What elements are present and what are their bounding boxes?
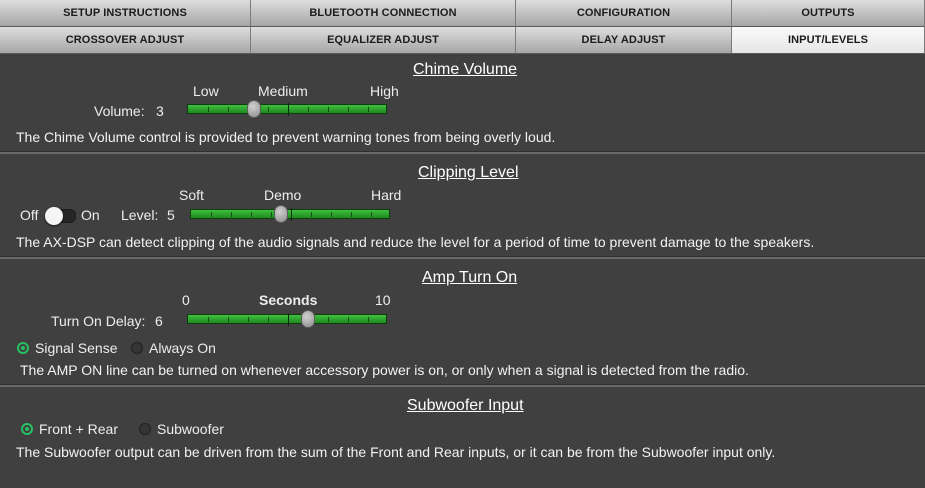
clipping-level-value: 5 xyxy=(167,207,175,223)
slider-tick xyxy=(208,107,209,112)
clipping-off-label: Off xyxy=(20,207,39,223)
clipping-level-slider[interactable] xyxy=(190,205,390,223)
subwoofer-label[interactable]: Subwoofer xyxy=(157,421,224,437)
slider-center-mark xyxy=(288,313,289,326)
slider-tick xyxy=(351,212,352,217)
tab-delay-adjust[interactable]: DELAY ADJUST xyxy=(516,27,732,54)
amp-max-label: 10 xyxy=(375,292,391,308)
slider-tick xyxy=(231,212,232,217)
slider-tick xyxy=(328,107,329,112)
slider-tick xyxy=(308,107,309,112)
tab-row-1: SETUP INSTRUCTIONS BLUETOOTH CONNECTION … xyxy=(0,0,925,27)
clipping-on-label: On xyxy=(81,207,100,223)
slider-tick xyxy=(211,212,212,217)
clipping-level-description: The AX-DSP can detect clipping of the au… xyxy=(16,234,815,250)
slider-tick xyxy=(251,212,252,217)
signal-sense-radio[interactable] xyxy=(17,342,29,354)
tab-bluetooth-connection[interactable]: BLUETOOTH CONNECTION xyxy=(251,0,516,27)
amp-turn-on-title: Amp Turn On xyxy=(422,269,518,286)
amp-delay-slider-thumb[interactable] xyxy=(301,310,315,328)
chime-high-label: High xyxy=(370,83,399,99)
slider-tick xyxy=(328,317,329,322)
subwoofer-input-title: Subwoofer Input xyxy=(407,397,524,414)
chime-volume-value: 3 xyxy=(156,103,164,119)
amp-turn-on-section: Amp Turn On 0 Seconds 10 Turn On Delay: … xyxy=(0,259,925,384)
slider-tick xyxy=(368,107,369,112)
clipping-demo-label: Demo xyxy=(264,187,302,203)
slider-tick xyxy=(371,212,372,217)
chime-volume-section: Chime Volume Low Medium High Volume: 3 T… xyxy=(0,54,925,152)
tab-row-2: CROSSOVER ADJUST EQUALIZER ADJUST DELAY … xyxy=(0,27,925,54)
slider-tick xyxy=(268,107,269,112)
slider-tick xyxy=(228,317,229,322)
slider-center-mark xyxy=(288,103,289,116)
clipping-level-slider-thumb[interactable] xyxy=(274,205,288,223)
subwoofer-input-description: The Subwoofer output can be driven from … xyxy=(16,444,776,460)
chime-volume-title: Chime Volume xyxy=(413,61,518,78)
clipping-toggle-knob xyxy=(45,207,63,225)
slider-tick xyxy=(368,317,369,322)
subwoofer-radio[interactable] xyxy=(139,423,151,435)
tab-input-levels[interactable]: INPUT/LEVELS xyxy=(732,27,925,54)
slider-tick xyxy=(268,317,269,322)
amp-seconds-label: Seconds xyxy=(259,292,318,308)
chime-volume-label: Volume: xyxy=(94,103,145,119)
chime-medium-label: Medium xyxy=(258,83,308,99)
tab-crossover-adjust[interactable]: CROSSOVER ADJUST xyxy=(0,27,251,54)
slider-tick xyxy=(331,212,332,217)
slider-tick xyxy=(271,212,272,217)
chime-volume-description: The Chime Volume control is provided to … xyxy=(16,129,556,145)
clipping-level-title: Clipping Level xyxy=(418,164,519,181)
slider-tick xyxy=(248,317,249,322)
chime-volume-slider-thumb[interactable] xyxy=(247,100,261,118)
tab-bar: SETUP INSTRUCTIONS BLUETOOTH CONNECTION … xyxy=(0,0,925,54)
amp-delay-slider[interactable] xyxy=(187,310,387,328)
amp-min-label: 0 xyxy=(182,292,190,308)
slider-tick xyxy=(348,107,349,112)
slider-tick xyxy=(228,107,229,112)
amp-turn-on-description: The AMP ON line can be turned on wheneve… xyxy=(20,362,749,378)
always-on-radio[interactable] xyxy=(131,342,143,354)
slider-tick xyxy=(311,212,312,217)
clipping-toggle-switch[interactable] xyxy=(45,207,76,225)
tab-setup-instructions[interactable]: SETUP INSTRUCTIONS xyxy=(0,0,251,27)
front-rear-radio[interactable] xyxy=(21,423,33,435)
always-on-label[interactable]: Always On xyxy=(149,340,216,356)
clipping-level-section: Clipping Level Soft Demo Hard Off On Lev… xyxy=(0,154,925,256)
slider-center-mark xyxy=(291,208,292,221)
amp-delay-label: Turn On Delay: xyxy=(51,313,146,329)
amp-delay-value: 6 xyxy=(155,313,163,329)
slider-tick xyxy=(208,317,209,322)
tab-outputs[interactable]: OUTPUTS xyxy=(732,0,925,27)
chime-volume-slider[interactable] xyxy=(187,100,387,118)
subwoofer-input-section: Subwoofer Input Front + Rear Subwoofer T… xyxy=(0,387,925,488)
clipping-level-label: Level: xyxy=(121,207,159,223)
clipping-hard-label: Hard xyxy=(371,187,402,203)
tab-equalizer-adjust[interactable]: EQUALIZER ADJUST xyxy=(251,27,516,54)
front-rear-label[interactable]: Front + Rear xyxy=(39,421,118,437)
signal-sense-label[interactable]: Signal Sense xyxy=(35,340,118,356)
clipping-soft-label: Soft xyxy=(179,187,204,203)
slider-tick xyxy=(348,317,349,322)
chime-low-label: Low xyxy=(193,83,219,99)
tab-configuration[interactable]: CONFIGURATION xyxy=(516,0,732,27)
